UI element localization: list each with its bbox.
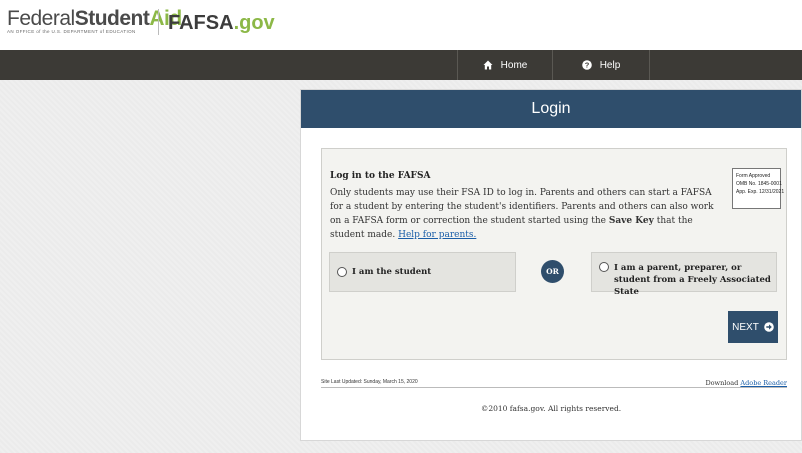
form-approved-line3: App. Exp. 12/31/2021 bbox=[736, 189, 785, 195]
help-for-parents-link[interactable]: Help for parents. bbox=[398, 230, 476, 240]
fafsa-logo-part2: .gov bbox=[233, 12, 275, 34]
form-approved-line1: Form Approved bbox=[736, 173, 771, 179]
copyright: ©2010 fafsa.gov. All rights reserved. bbox=[480, 404, 622, 413]
site-header: FederalStudentAid AN OFFICE of the U.S. … bbox=[0, 0, 802, 50]
nav-home[interactable]: Home bbox=[457, 50, 552, 80]
main-navbar: Home ? Help bbox=[0, 50, 802, 80]
form-approved-box: Form Approved OMB No. 1845-0001 App. Exp… bbox=[732, 168, 785, 209]
option-parent-label: I am a parent, preparer, or student from… bbox=[614, 263, 771, 297]
nav-help[interactable]: ? Help bbox=[552, 50, 649, 80]
footer-divider bbox=[321, 387, 787, 388]
download-adobe: Download Adobe Reader bbox=[705, 379, 787, 387]
option-student-label: I am the student bbox=[352, 267, 432, 277]
logo-divider bbox=[158, 9, 159, 35]
or-badge: OR bbox=[541, 260, 564, 283]
logo-federal: Federal bbox=[7, 7, 75, 30]
option-parent[interactable]: I am a parent, preparer, or student from… bbox=[591, 252, 777, 297]
nav-help-label: Help bbox=[599, 59, 621, 71]
adobe-reader-link[interactable]: Adobe Reader bbox=[740, 379, 787, 387]
login-heading: Log in to the FAFSA bbox=[330, 171, 431, 181]
panel-title: Login bbox=[301, 90, 801, 128]
next-button[interactable]: NEXT bbox=[728, 311, 778, 343]
arrow-right-circle-icon bbox=[764, 322, 774, 332]
next-button-label: NEXT bbox=[732, 321, 759, 333]
option-student[interactable]: I am the student bbox=[329, 252, 516, 292]
svg-text:?: ? bbox=[584, 61, 589, 70]
parent-radio[interactable] bbox=[599, 262, 609, 272]
login-description: Only students may use their FSA ID to lo… bbox=[330, 186, 715, 242]
home-icon bbox=[483, 60, 493, 70]
logo-student: Student bbox=[74, 7, 150, 30]
login-text-bold: Save Key bbox=[608, 216, 654, 226]
login-box: Log in to the FAFSA Only students may us… bbox=[321, 148, 787, 360]
nav-divider bbox=[649, 50, 650, 80]
form-approved-line2: OMB No. 1845-0001 bbox=[736, 181, 782, 187]
fafsa-logo-part1: FAFSA bbox=[168, 12, 234, 34]
fafsa-gov-logo[interactable]: FAFSA.gov bbox=[168, 12, 275, 34]
student-radio[interactable] bbox=[337, 267, 347, 277]
question-circle-icon: ? bbox=[581, 60, 592, 70]
nav-home-label: Home bbox=[500, 59, 528, 71]
site-last-updated: Site Last Updated: Sunday, March 15, 202… bbox=[321, 379, 418, 385]
download-text: Download bbox=[705, 379, 741, 387]
login-panel: Login Log in to the FAFSA Only students … bbox=[300, 89, 802, 441]
federal-student-aid-logo[interactable]: FederalStudentAid AN OFFICE of the U.S. … bbox=[7, 7, 182, 35]
